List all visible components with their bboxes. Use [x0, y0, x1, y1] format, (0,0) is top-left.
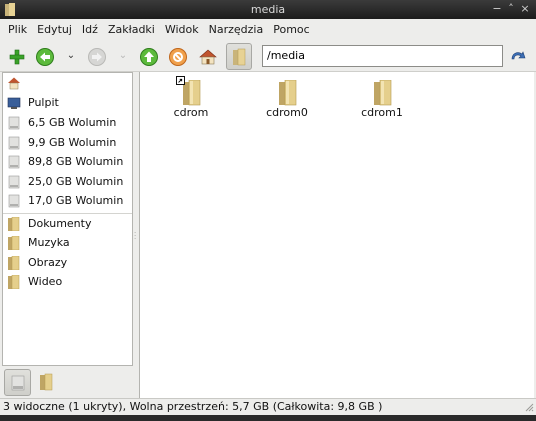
sidebar: Pulpit 6,5 GB Wolumin 9,9 GB Wolumin 89,…	[2, 72, 133, 366]
toggle-folder-view-button[interactable]	[226, 43, 252, 70]
window-bottom-border	[0, 415, 536, 421]
status-bar: 3 widoczne (1 ukryty), Wolna przestrzeń:…	[0, 398, 536, 415]
sidebar-item-pictures[interactable]: Obrazy	[3, 253, 132, 272]
menu-file[interactable]: Plik	[3, 19, 32, 41]
drive-icon	[11, 375, 24, 390]
back-history-dropdown[interactable]: ⌄	[66, 50, 76, 64]
window-menu-button[interactable]: −	[490, 2, 504, 16]
menu-go[interactable]: Idź	[77, 19, 103, 41]
up-icon	[140, 48, 158, 66]
sidebar-item-volume-2[interactable]: 9,9 GB Wolumin	[3, 133, 132, 152]
sidebar-item-label: Pulpit	[28, 96, 59, 109]
file-manager-window: media − ˄ × Plik Edytuj Idź Zakładki Wid…	[0, 0, 536, 421]
close-button[interactable]: ×	[518, 2, 532, 16]
new-folder-icon	[9, 49, 25, 65]
forward-icon	[88, 48, 106, 66]
file-item-cdrom1[interactable]: cdrom1	[347, 78, 417, 124]
sidebar-item-volume-1[interactable]: 6,5 GB Wolumin	[3, 113, 132, 132]
sidebar-item-label: 25,0 GB Wolumin	[28, 175, 124, 188]
sidebar-item-desktop[interactable]: Pulpit	[3, 93, 132, 112]
sidebar-item-music[interactable]: Muzyka	[3, 233, 132, 252]
sidebar-item-home[interactable]	[3, 73, 132, 92]
sidebar-item-documents[interactable]: Dokumenty	[3, 214, 132, 233]
menu-help[interactable]: Pomoc	[268, 19, 314, 41]
sidebar-item-label: 89,8 GB Wolumin	[28, 155, 124, 168]
sidebar-item-label: 9,9 GB Wolumin	[28, 136, 117, 149]
folder-icon	[7, 274, 21, 289]
forward-history-dropdown[interactable]: ⌄	[118, 50, 128, 64]
file-view[interactable]: cdrom cdrom0 cdrom1	[139, 72, 534, 398]
drive-icon	[7, 175, 21, 189]
sidebar-item-videos[interactable]: Wideo	[3, 272, 132, 291]
splitter-grip: · · ·	[134, 229, 137, 243]
folder-icon	[40, 373, 53, 391]
menu-bar: Plik Edytuj Idź Zakładki Widok Narzędzia…	[0, 19, 536, 41]
sidebar-item-volume-4[interactable]: 25,0 GB Wolumin	[3, 172, 132, 191]
folder-icon	[7, 216, 21, 231]
folder-toggle-icon	[233, 48, 246, 65]
sidebar-item-label: Dokumenty	[28, 217, 92, 230]
up-button[interactable]	[138, 46, 160, 68]
menu-view[interactable]: Widok	[160, 19, 204, 41]
folder-icon	[7, 255, 21, 270]
menu-bookmarks[interactable]: Zakładki	[103, 19, 160, 41]
home-icon	[7, 76, 21, 90]
folder-icon	[7, 235, 21, 250]
title-bar[interactable]: media − ˄ ×	[0, 0, 536, 19]
sidebar-item-label: Obrazy	[28, 256, 68, 269]
file-name: cdrom	[173, 106, 209, 119]
back-icon	[36, 48, 54, 66]
sidebar-item-volume-5[interactable]: 17,0 GB Wolumin	[3, 191, 132, 210]
drive-icon	[7, 155, 21, 169]
minimize-button[interactable]: ˄	[504, 2, 518, 16]
sidebar-item-volume-3[interactable]: 89,8 GB Wolumin	[3, 152, 132, 171]
sidebar-item-label: 6,5 GB Wolumin	[28, 116, 117, 129]
menu-tools[interactable]: Narzędzia	[204, 19, 269, 41]
file-item-cdrom0[interactable]: cdrom0	[252, 78, 322, 124]
home-icon	[199, 49, 217, 65]
home-button[interactable]	[197, 46, 219, 68]
file-item-cdrom[interactable]: cdrom	[156, 78, 226, 124]
drive-icon	[7, 194, 21, 208]
file-name: cdrom0	[266, 106, 308, 119]
stop-icon	[169, 48, 187, 66]
back-button[interactable]	[34, 46, 56, 68]
folder-icon	[279, 80, 297, 106]
location-input[interactable]: /media	[262, 45, 503, 67]
go-icon	[511, 51, 526, 60]
resize-grip-icon[interactable]	[524, 402, 534, 412]
sidebar-item-label: 17,0 GB Wolumin	[28, 194, 124, 207]
drive-icon	[7, 116, 21, 130]
sidebar-item-label: Muzyka	[28, 236, 70, 249]
folder-icon	[374, 80, 392, 106]
go-button[interactable]	[507, 45, 529, 67]
window-title: media	[250, 3, 286, 16]
new-folder-button[interactable]	[6, 46, 28, 68]
sidebar-places-button[interactable]	[4, 369, 31, 396]
sidebar-item-label: Wideo	[28, 275, 63, 288]
drive-icon	[7, 136, 21, 150]
menu-edit[interactable]: Edytuj	[32, 19, 77, 41]
symlink-arrow-icon	[176, 76, 185, 85]
stop-button[interactable]	[167, 46, 189, 68]
forward-button[interactable]	[86, 46, 108, 68]
sidebar-tree-button[interactable]	[35, 371, 57, 393]
desktop-icon	[7, 96, 21, 110]
file-name: cdrom1	[361, 106, 403, 119]
